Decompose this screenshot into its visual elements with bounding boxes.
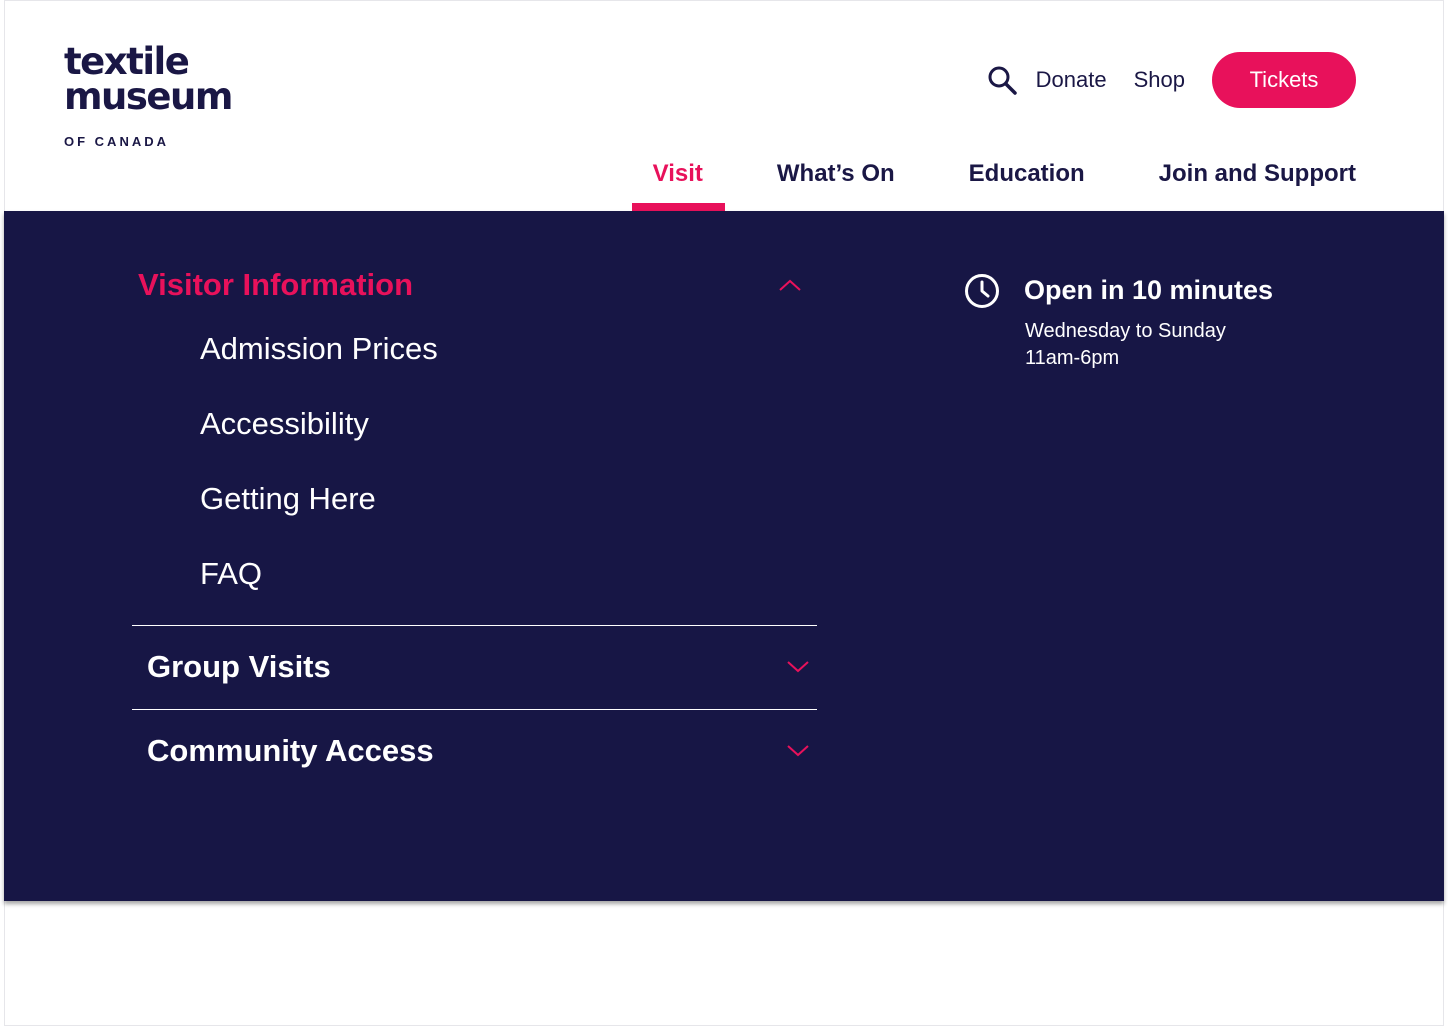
link-faq[interactable]: FAQ	[200, 556, 262, 592]
chevron-down-icon	[784, 741, 812, 761]
link-getting-here[interactable]: Getting Here	[200, 481, 376, 517]
search-icon[interactable]	[986, 64, 1018, 96]
open-time: 11am-6pm	[1025, 347, 1120, 369]
open-status: Open in 10 minutes	[1024, 275, 1274, 305]
tickets-button[interactable]: Tickets	[1212, 52, 1356, 108]
shop-link[interactable]: Shop	[1134, 67, 1185, 93]
accordion-title: Group Visits	[147, 649, 331, 684]
tab-visit[interactable]: Visit	[631, 156, 726, 211]
accordion-group-visits[interactable]: Group Visits	[147, 649, 812, 685]
utility-nav: Donate Shop Tickets	[986, 52, 1356, 108]
accordion-visitor-information[interactable]: Visitor Information	[138, 267, 804, 303]
accordion-title: Community Access	[147, 733, 434, 768]
museum-logo[interactable]: textile museum OF CANADA	[64, 40, 233, 149]
main-nav: Visit What’s On Education Join and Suppo…	[631, 156, 1356, 211]
logo-line-textile: textile	[64, 40, 190, 83]
visit-mega-menu: Visitor Information Admission Prices Acc…	[4, 211, 1444, 901]
logo-line-museum: museum	[64, 75, 233, 118]
accordion-title: Visitor Information	[138, 267, 414, 302]
chevron-down-icon	[784, 657, 812, 677]
donate-link[interactable]: Donate	[1036, 67, 1107, 93]
accordion-community-access[interactable]: Community Access	[147, 733, 812, 769]
logo-line-of-canada: OF CANADA	[64, 134, 169, 149]
tab-join-and-support[interactable]: Join and Support	[1159, 156, 1356, 211]
open-days: Wednesday to Sunday	[1025, 320, 1226, 342]
tab-education[interactable]: Education	[969, 156, 1085, 211]
link-admission-prices[interactable]: Admission Prices	[200, 331, 438, 367]
section-divider	[132, 625, 817, 626]
section-divider	[132, 709, 817, 710]
chevron-up-icon	[776, 275, 804, 295]
link-accessibility[interactable]: Accessibility	[200, 406, 369, 442]
clock-icon	[964, 273, 1000, 309]
tab-whats-on[interactable]: What’s On	[777, 156, 895, 211]
